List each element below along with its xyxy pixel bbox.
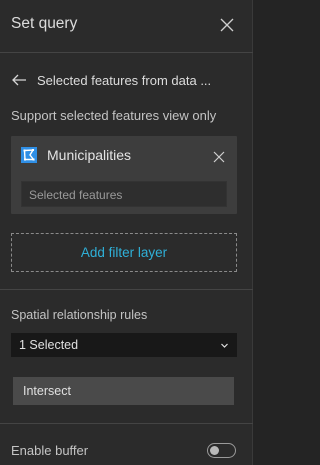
add-filter-layer-button[interactable]: Add filter layer [11, 233, 237, 272]
close-button[interactable] [219, 17, 235, 33]
divider [0, 423, 253, 424]
set-query-panel: Set query Selected features from data ..… [0, 0, 253, 465]
selected-rule-chip: Intersect [13, 377, 234, 405]
layer-name: Municipalities [47, 147, 132, 163]
panel-header: Set query [0, 0, 253, 53]
buffer-label: Enable buffer [11, 443, 89, 458]
close-icon [220, 18, 234, 32]
layer-selection-field[interactable]: Selected features [21, 181, 227, 207]
rules-dropdown-value: 1 Selected [19, 338, 79, 352]
chevron-down-icon [221, 343, 228, 348]
rules-dropdown[interactable]: 1 Selected [11, 333, 237, 357]
close-icon [213, 151, 225, 163]
back-label: Selected features from data ... [37, 72, 212, 88]
remove-layer-button[interactable] [213, 150, 225, 163]
polygon-layer-icon [21, 147, 37, 163]
enable-buffer-toggle[interactable] [207, 443, 236, 458]
layer-card: Municipalities Selected features [11, 136, 237, 214]
rules-label: Spatial relationship rules [11, 308, 148, 322]
arrow-left-icon [12, 74, 26, 86]
support-text: Support selected features view only [11, 108, 217, 123]
toggle-knob [210, 445, 219, 455]
back-button[interactable]: Selected features from data ... [11, 70, 243, 90]
panel-title: Set query [11, 15, 78, 32]
divider [0, 289, 253, 290]
